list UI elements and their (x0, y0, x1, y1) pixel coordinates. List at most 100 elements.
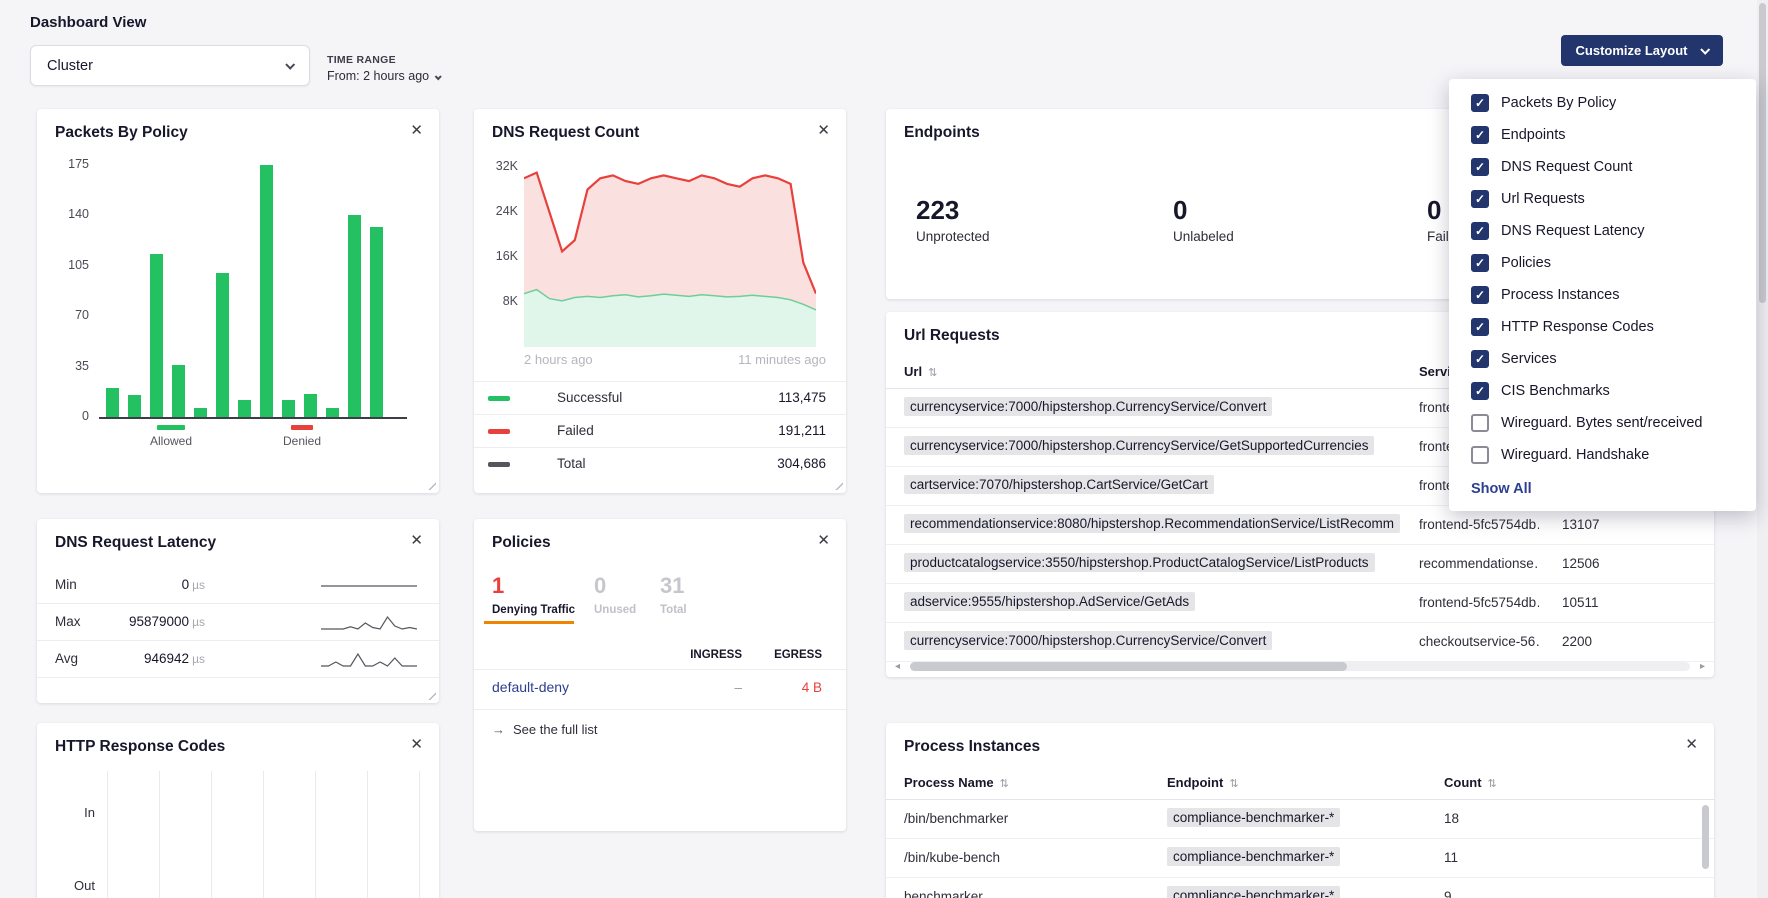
table-row[interactable]: /bin/kube-benchcompliance-benchmarker-*1… (886, 839, 1714, 878)
page-scrollbar-thumb[interactable] (1759, 3, 1766, 303)
time-range-from[interactable]: From: 2 hours ago (327, 69, 440, 83)
latency-rows: Min0µsMax95879000µsAvg946942µs (37, 567, 439, 678)
checked-checkbox[interactable]: ✓ (1471, 254, 1489, 272)
table-row[interactable]: recommendationservice:8080/hipstershop.R… (886, 506, 1714, 545)
unchecked-checkbox[interactable] (1471, 446, 1489, 464)
bar (128, 395, 141, 417)
sort-icon[interactable]: ⇅ (1000, 778, 1009, 790)
stat-unused[interactable]: 0 Unused (594, 573, 636, 616)
http-response-codes-card: HTTP Response Codes ✕ In Out (37, 723, 439, 898)
legend-swatch (488, 462, 510, 467)
menu-item-label: Wireguard. Bytes sent/received (1501, 415, 1702, 431)
table-row[interactable]: currencyservice:7000/hipstershop.Currenc… (886, 623, 1714, 662)
menu-item[interactable]: ✓Policies (1449, 247, 1756, 279)
unchecked-checkbox[interactable] (1471, 414, 1489, 432)
checked-checkbox[interactable]: ✓ (1471, 126, 1489, 144)
latency-unit: µs (192, 615, 205, 629)
resize-handle[interactable] (425, 479, 436, 490)
sort-icon[interactable]: ⇅ (1229, 778, 1238, 790)
y-tick-label: 24K (496, 204, 518, 218)
menu-item[interactable]: ✓ Services (1449, 343, 1756, 375)
close-icon[interactable]: ✕ (817, 531, 830, 549)
y-tick-label: 16K (496, 249, 518, 263)
latency-unit: µs (192, 652, 205, 666)
stat-total[interactable]: 31 Total (660, 573, 687, 616)
process-name-cell: /bin/benchmarker (904, 811, 1008, 826)
latency-row: Min0µs (37, 567, 439, 604)
menu-item-label: Process Instances (1501, 287, 1619, 303)
policy-link[interactable]: default-deny (492, 679, 569, 695)
packets-by-policy-card: Packets By Policy ✕ 17514010570350 Allow… (37, 109, 439, 493)
menu-item-label: Services (1501, 351, 1557, 367)
checked-checkbox[interactable]: ✓ (1471, 382, 1489, 400)
menu-item[interactable]: ✓ DNS Request Latency (1449, 215, 1756, 247)
table-row[interactable]: productcatalogservice:3550/hipstershop.P… (886, 545, 1714, 584)
latency-value: 946942µs (55, 651, 205, 666)
menu-item[interactable]: ✓ DNS Request Count (1449, 151, 1756, 183)
column-header-count: Count⇅ (1444, 775, 1497, 790)
view-selector-value: Cluster (47, 58, 93, 74)
x-axis-line (99, 417, 407, 419)
table-row[interactable]: adservice:9555/hipstershop.AdService/Get… (886, 584, 1714, 623)
stat-denying-traffic[interactable]: 1 Denying Traffic (492, 573, 575, 616)
menu-item-label: HTTP Response Codes (1501, 319, 1654, 335)
menu-item[interactable]: ✓Endpoints (1449, 119, 1756, 151)
sort-icon[interactable]: ⇅ (1488, 778, 1497, 790)
checked-checkbox[interactable]: ✓ (1471, 190, 1489, 208)
close-icon[interactable]: ✕ (817, 121, 830, 139)
menu-item-label: Packets By Policy (1501, 95, 1616, 111)
menu-item[interactable]: ✓ Process Instances (1449, 279, 1756, 311)
menu-item[interactable]: Wireguard. Bytes sent/received (1449, 407, 1756, 439)
close-icon[interactable]: ✕ (410, 121, 423, 139)
url-cell: currencyservice:7000/hipstershop.Currenc… (904, 436, 1374, 455)
view-selector-dropdown[interactable]: Cluster (30, 45, 310, 86)
vertical-scrollbar[interactable] (1702, 805, 1709, 869)
resize-handle[interactable] (832, 479, 843, 490)
horizontal-scrollbar[interactable] (910, 662, 1690, 671)
menu-item-label: DNS Request Count (1501, 159, 1632, 175)
sort-icon[interactable]: ⇅ (928, 367, 937, 379)
count-cell: 18 (1444, 811, 1459, 826)
table-row[interactable]: /bin/benchmarkercompliance-benchmarker-*… (886, 800, 1714, 839)
checked-checkbox[interactable]: ✓ (1471, 222, 1489, 240)
checked-checkbox[interactable]: ✓ (1471, 350, 1489, 368)
resize-handle[interactable] (425, 689, 436, 700)
scroll-right-icon[interactable]: ▸ (1700, 661, 1705, 672)
menu-item[interactable]: ✓ HTTP Response Codes (1449, 311, 1756, 343)
close-icon[interactable]: ✕ (410, 531, 423, 549)
see-full-list-link[interactable]: →See the full list (492, 722, 598, 737)
category-label-allowed: Allowed (150, 434, 192, 448)
legend-label: Successful (557, 390, 622, 405)
show-all-link[interactable]: Show All (1471, 481, 1734, 497)
customize-layout-button[interactable]: Customize Layout (1561, 35, 1723, 66)
menu-item-label: DNS Request Latency (1501, 223, 1644, 239)
menu-item[interactable]: ✓Url Requests (1449, 183, 1756, 215)
packets-y-axis: 17514010570350 (37, 109, 89, 493)
bar (370, 227, 383, 417)
customize-layout-menu: ✓Packets By Policy✓Endpoints✓DNS Request… (1449, 79, 1756, 511)
scroll-left-icon[interactable]: ◂ (895, 661, 900, 672)
horizontal-scrollbar-thumb[interactable] (910, 662, 1347, 671)
table-row[interactable]: benchmarkercompliance-benchmarker-*9 (886, 878, 1714, 898)
bar (238, 400, 251, 417)
menu-item[interactable]: ✓ Packets By Policy (1449, 87, 1756, 119)
card-title: Url Requests (904, 327, 1000, 345)
checked-checkbox[interactable]: ✓ (1471, 286, 1489, 304)
bar (216, 273, 229, 417)
latency-unit: µs (192, 578, 205, 592)
column-header-egress: EGRESS (742, 649, 822, 661)
y-tick-label: 0 (82, 409, 89, 423)
chevron-down-icon (435, 73, 442, 80)
menu-item[interactable]: ✓CIS Benchmarks (1449, 375, 1756, 407)
category-label-denied: Denied (283, 434, 321, 448)
checked-checkbox[interactable]: ✓ (1471, 94, 1489, 112)
allowed-tick (157, 425, 185, 430)
close-icon[interactable]: ✕ (1685, 735, 1698, 753)
close-icon[interactable]: ✕ (410, 735, 423, 753)
page-scrollbar[interactable] (1757, 0, 1768, 898)
menu-item[interactable]: Wireguard. Handshake (1449, 439, 1756, 471)
latency-value: 0µs (55, 577, 205, 592)
checked-checkbox[interactable]: ✓ (1471, 318, 1489, 336)
checked-checkbox[interactable]: ✓ (1471, 158, 1489, 176)
y-tick-label: 140 (68, 207, 89, 221)
